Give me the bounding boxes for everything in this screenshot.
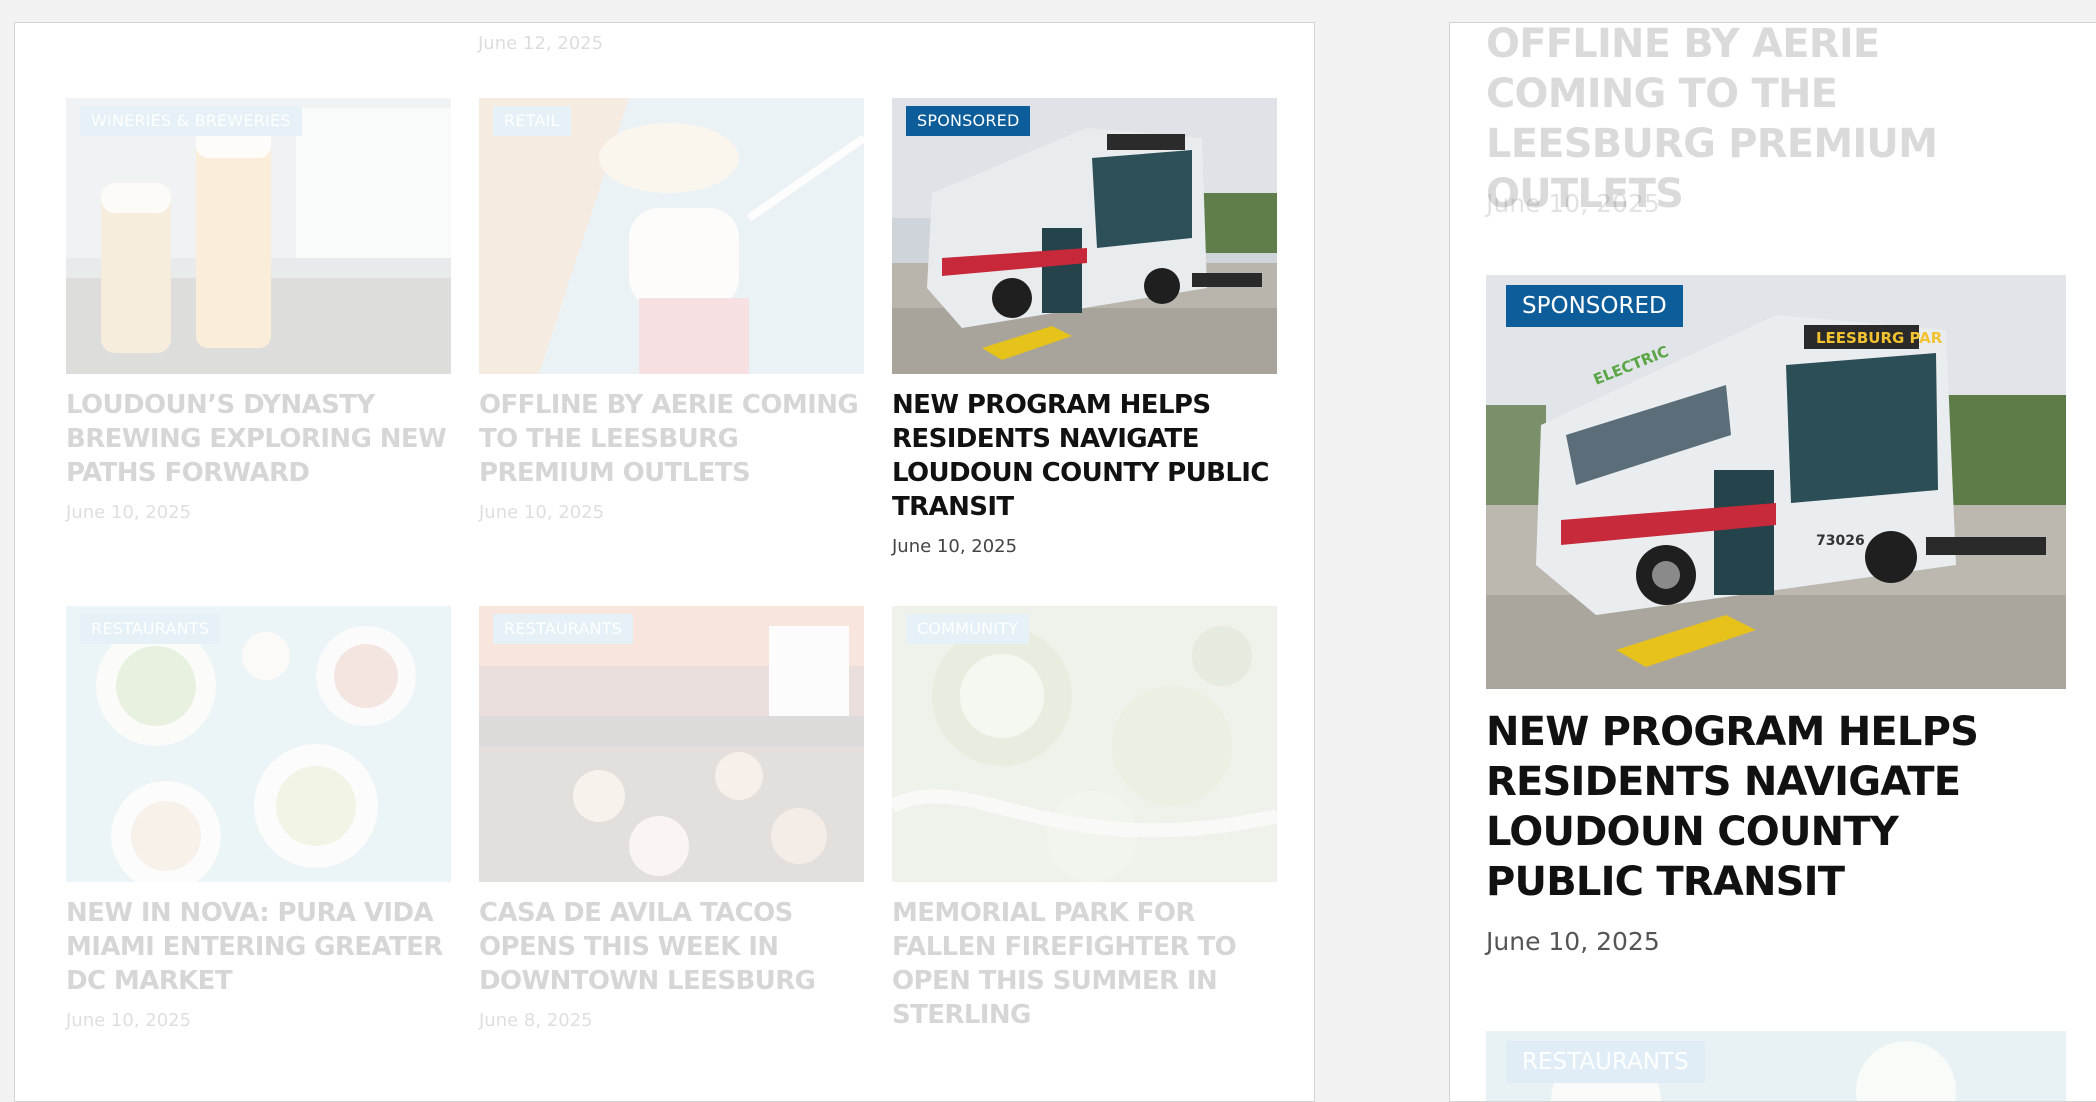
article-card-memorial-park[interactable]: COMMUNITY MEMORIAL PARK FOR FALLEN FIREF… <box>892 606 1277 1032</box>
article-thumbnail[interactable]: RETAIL <box>479 98 864 374</box>
article-card-public-transit[interactable]: SPONSORED NEW PROGRAM HELPS RESIDENTS NA… <box>892 98 1277 557</box>
article-thumbnail[interactable]: WINERIES & BREWERIES <box>66 98 451 374</box>
previous-article-date: June 12, 2025 <box>478 33 604 54</box>
article-date: June 10, 2025 <box>892 536 1018 557</box>
category-badge[interactable]: WINERIES & BREWERIES <box>80 106 302 136</box>
featured-article-title[interactable]: NEW PROGRAM HELPS RESIDENTS NAVIGATE LOU… <box>1486 707 2066 907</box>
article-title[interactable]: MEMORIAL PARK FOR FALLEN FIREFIGHTER TO … <box>892 896 1277 1032</box>
article-card-offline-by-aerie[interactable]: RETAIL OFFLINE BY AERIE COMING TO THE LE… <box>479 98 864 523</box>
sponsored-badge[interactable]: SPONSORED <box>1506 285 1683 327</box>
bus-number: 73026 <box>1816 533 1865 549</box>
article-thumbnail-bus[interactable]: SPONSORED <box>892 98 1277 374</box>
featured-article-card[interactable]: LEESBURG PAR ELECTRIC 73026 SPONSORED NE… <box>1486 275 2066 956</box>
article-thumbnail[interactable]: RESTAURANTS <box>66 606 451 882</box>
article-date: June 10, 2025 <box>66 502 192 523</box>
featured-article-thumbnail-bus[interactable]: LEESBURG PAR ELECTRIC 73026 SPONSORED <box>1486 275 2066 689</box>
category-badge[interactable]: RESTAURANTS <box>493 614 634 644</box>
article-thumbnail[interactable]: RESTAURANTS <box>479 606 864 882</box>
article-grid-panel: June 12, 2025 WINERIES & BREWERIES LOUDO… <box>14 22 1315 1102</box>
category-badge[interactable]: RESTAURANTS <box>1506 1041 1705 1083</box>
featured-article-date: June 10, 2025 <box>1486 927 1660 956</box>
article-date: June 10, 2025 <box>479 502 605 523</box>
article-date: June 8, 2025 <box>479 1010 593 1031</box>
article-card-casa-de-avila[interactable]: RESTAURANTS CASA DE AVILA TACOS OPENS TH… <box>479 606 864 1031</box>
bus-destination-sign: LEESBURG PAR <box>1816 329 1943 347</box>
sidebar-article-panel: OFFLINE BY AERIE COMING TO THE LEESBURG … <box>1449 22 2096 1102</box>
category-badge[interactable]: COMMUNITY <box>906 614 1030 644</box>
article-title[interactable]: CASA DE AVILA TACOS OPENS THIS WEEK IN D… <box>479 896 864 998</box>
article-thumbnail[interactable]: COMMUNITY <box>892 606 1277 882</box>
sponsored-badge[interactable]: SPONSORED <box>906 106 1031 136</box>
article-title[interactable]: LOUDOUN’S DYNASTY BREWING EXPLORING NEW … <box>66 388 451 490</box>
article-card-dynasty-brewing[interactable]: WINERIES & BREWERIES LOUDOUN’S DYNASTY B… <box>66 98 451 523</box>
category-badge[interactable]: RESTAURANTS <box>80 614 221 644</box>
next-article-thumbnail[interactable]: RESTAURANTS <box>1486 1031 2066 1101</box>
category-badge[interactable]: RETAIL <box>493 106 571 136</box>
article-date: June 10, 2025 <box>66 1010 192 1031</box>
article-card-pura-vida[interactable]: RESTAURANTS NEW IN NOVA: PURA VIDA MIAMI… <box>66 606 451 1031</box>
article-title[interactable]: OFFLINE BY AERIE COMING TO THE LEESBURG … <box>479 388 864 490</box>
article-title[interactable]: NEW IN NOVA: PURA VIDA MIAMI ENTERING GR… <box>66 896 451 998</box>
article-title[interactable]: NEW PROGRAM HELPS RESIDENTS NAVIGATE LOU… <box>892 388 1277 524</box>
previous-article-date: June 10, 2025 <box>1486 189 1660 218</box>
